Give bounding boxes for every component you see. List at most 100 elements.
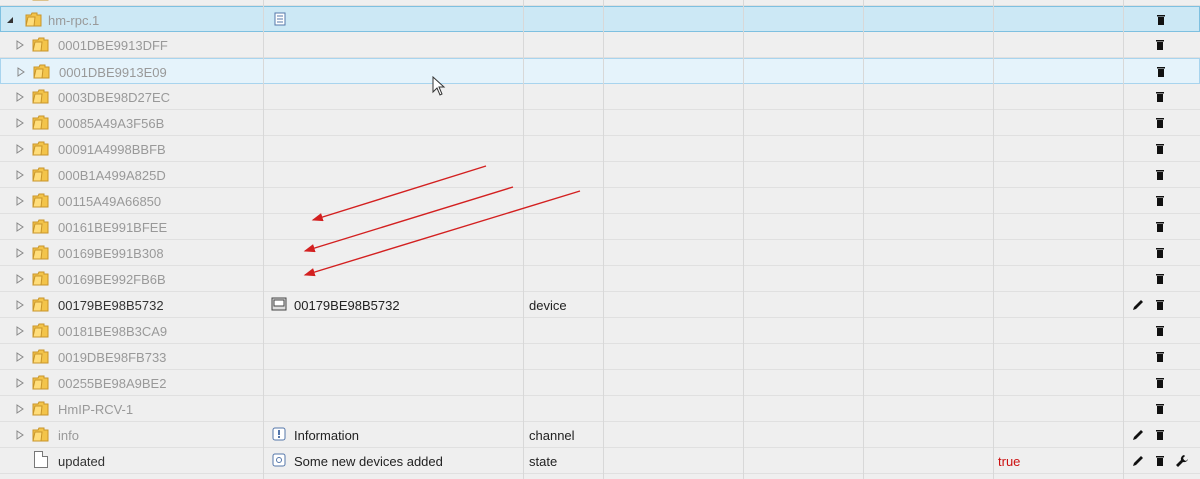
edit-button[interactable] (1131, 454, 1145, 468)
tree-row-name: Information (294, 428, 360, 443)
expand-icon[interactable] (16, 40, 24, 50)
expand-icon[interactable] (16, 378, 24, 388)
column-divider (523, 0, 524, 479)
column-divider (1123, 0, 1124, 479)
column-divider (263, 0, 264, 479)
tree-row[interactable]: 00255BE98A9BE2 (0, 370, 1200, 396)
expand-icon[interactable] (17, 67, 25, 77)
folder-icon (32, 271, 49, 286)
device-icon (271, 297, 287, 311)
delete-button[interactable] (1153, 116, 1167, 130)
adapter-icon (274, 12, 286, 26)
tree-row-id: 00181BE98B3CA9 (58, 324, 168, 339)
delete-button[interactable] (1153, 324, 1167, 338)
tree-row-type: device (529, 298, 567, 313)
tree-row[interactable]: 0003DBE98D27EC (0, 84, 1200, 110)
expand-icon[interactable] (16, 326, 24, 336)
tree-row-id: 000B1A499A825D (58, 168, 166, 183)
tree-row-name: Some new devices added (294, 454, 443, 469)
edit-button[interactable] (1131, 298, 1145, 312)
delete-button[interactable] (1153, 350, 1167, 364)
wrench-button[interactable] (1175, 454, 1189, 468)
tree-row-root[interactable]: hm-rpc.1 (0, 6, 1200, 32)
tree-row[interactable]: 00115A49A66850 (0, 188, 1200, 214)
folder-icon (32, 349, 49, 364)
folder-icon (32, 297, 49, 312)
tree-row[interactable]: info Information channel (0, 422, 1200, 448)
tree-row[interactable]: 0001DBE9913E09 (0, 58, 1200, 84)
state-icon (272, 453, 286, 467)
expand-icon[interactable] (16, 118, 24, 128)
tree-row[interactable]: updated Some new devices added state true (0, 448, 1200, 474)
tree-row-id: 00091A4998BBFB (58, 142, 166, 157)
column-divider (743, 0, 744, 479)
folder-icon (32, 375, 49, 390)
tree-row-id: 0019DBE98FB733 (58, 350, 167, 365)
delete-button[interactable] (1153, 194, 1167, 208)
folder-icon (32, 193, 49, 208)
expand-icon[interactable] (16, 274, 24, 284)
tree-row[interactable]: 00179BE98B5732 00179BE98B5732 device (0, 292, 1200, 318)
tree-row-id: 0001DBE9913DFF (58, 38, 168, 53)
tree-row[interactable]: 00091A4998BBFB (0, 136, 1200, 162)
delete-button[interactable] (1154, 13, 1168, 27)
tree-row-type: channel (529, 428, 575, 443)
object-tree: hm-rpc.1 0001DBE9913DFF 0001DBE9913E09 000… (0, 0, 1200, 479)
folder-icon (32, 89, 49, 104)
expand-icon[interactable] (16, 196, 24, 206)
expand-icon[interactable] (16, 144, 24, 154)
tree-row-partial-bottom (0, 474, 1200, 479)
folder-icon (32, 245, 49, 260)
expand-icon[interactable] (16, 248, 24, 258)
delete-button[interactable] (1153, 220, 1167, 234)
tree-row[interactable]: 0001DBE9913DFF (0, 32, 1200, 58)
mouse-cursor-icon (432, 76, 446, 96)
delete-button[interactable] (1153, 298, 1167, 312)
delete-button[interactable] (1153, 376, 1167, 390)
delete-button[interactable] (1153, 428, 1167, 442)
tree-row-id: 0003DBE98D27EC (58, 90, 171, 105)
expand-icon[interactable] (16, 170, 24, 180)
tree-row-value[interactable]: true (998, 454, 1020, 469)
delete-button[interactable] (1153, 142, 1167, 156)
tree-row-type: state (529, 454, 558, 469)
tree-row-id: 00169BE992FB6B (58, 272, 166, 287)
edit-button[interactable] (1131, 428, 1145, 442)
tree-row-id: 00255BE98A9BE2 (58, 376, 167, 391)
tree-row[interactable]: 0019DBE98FB733 (0, 344, 1200, 370)
tree-row[interactable]: 00161BE991BFEE (0, 214, 1200, 240)
tree-row[interactable]: 00169BE992FB6B (0, 266, 1200, 292)
folder-icon (32, 115, 49, 130)
tree-row[interactable]: 00085A49A3F56B (0, 110, 1200, 136)
delete-button[interactable] (1153, 272, 1167, 286)
column-divider (603, 0, 604, 479)
tree-row-id: 00161BE991BFEE (58, 220, 168, 235)
tree-row-id: hm-rpc.1 (48, 13, 100, 28)
delete-button[interactable] (1153, 168, 1167, 182)
expand-icon[interactable] (16, 222, 24, 232)
info-channel-icon (272, 427, 286, 441)
expand-icon[interactable] (16, 352, 24, 362)
folder-icon (32, 427, 49, 442)
file-icon (34, 451, 48, 468)
collapse-icon[interactable] (6, 15, 14, 25)
expand-icon[interactable] (16, 430, 24, 440)
tree-row[interactable]: 00169BE991B308 (0, 240, 1200, 266)
expand-icon[interactable] (16, 404, 24, 414)
folder-icon (32, 0, 49, 1)
tree-row[interactable]: 000B1A499A825D (0, 162, 1200, 188)
tree-row[interactable]: HmIP-RCV-1 (0, 396, 1200, 422)
delete-button[interactable] (1153, 454, 1167, 468)
tree-row-name: 00179BE98B5732 (294, 298, 400, 313)
delete-button[interactable] (1153, 90, 1167, 104)
delete-button[interactable] (1153, 402, 1167, 416)
delete-button[interactable] (1153, 38, 1167, 52)
tree-row-id: HmIP-RCV-1 (58, 402, 134, 417)
folder-icon (32, 401, 49, 416)
delete-button[interactable] (1153, 246, 1167, 260)
column-divider (993, 0, 994, 479)
expand-icon[interactable] (16, 300, 24, 310)
expand-icon[interactable] (16, 92, 24, 102)
tree-row[interactable]: 00181BE98B3CA9 (0, 318, 1200, 344)
delete-button[interactable] (1154, 65, 1168, 79)
